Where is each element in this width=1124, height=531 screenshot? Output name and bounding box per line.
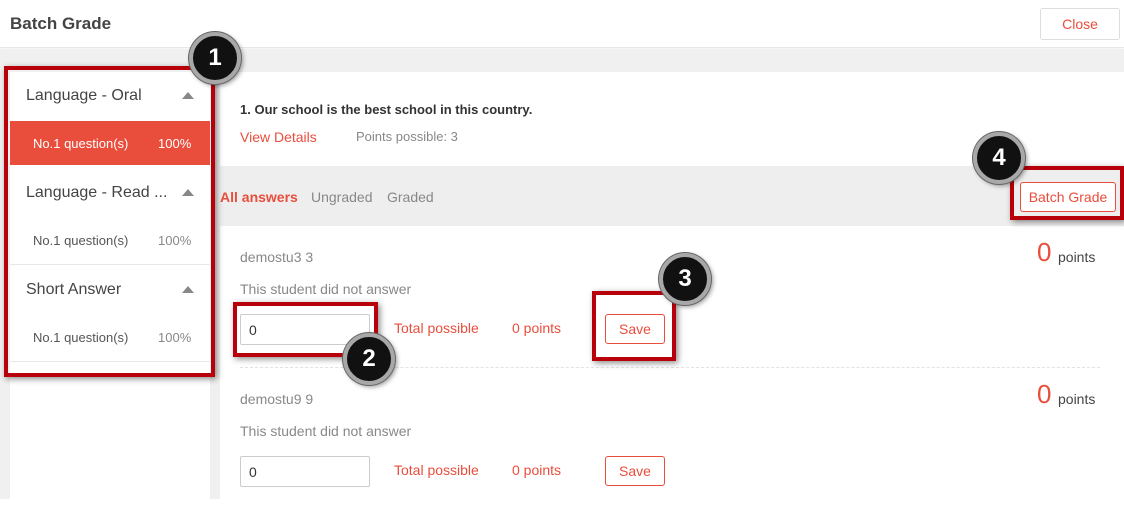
sidebar-question-item[interactable]: No.1 question(s) 100%	[10, 218, 210, 262]
close-button[interactable]: Close	[1040, 8, 1120, 40]
caret-up-icon[interactable]	[182, 286, 194, 293]
section-title: Short Answer	[26, 281, 122, 298]
tab-all-answers[interactable]: All answers	[220, 189, 298, 205]
section-short-answer[interactable]: Short Answer	[10, 266, 210, 314]
student-name: demostu3 3	[240, 249, 314, 265]
score-value: 0	[1037, 379, 1052, 409]
total-points: 0 points	[512, 462, 562, 478]
points-label: points	[1058, 249, 1096, 265]
answer-note: This student did not answer	[240, 281, 412, 297]
callout-badge-3: 3	[659, 253, 711, 305]
points-possible: Points possible: 3	[356, 129, 458, 144]
student-name: demostu9 9	[240, 391, 314, 407]
question-sidebar: Language - Oral No.1 question(s) 100% La…	[10, 72, 210, 499]
sidebar-divider	[10, 361, 210, 362]
tab-ungraded[interactable]: Ungraded	[311, 189, 373, 205]
view-details-link[interactable]: View Details	[240, 129, 317, 145]
sidebar-divider	[10, 264, 210, 265]
answer-item: demostu9 9 0 points This student did not…	[240, 379, 1100, 531]
callout-badge-4: 4	[973, 132, 1025, 184]
points-label: points	[1058, 391, 1096, 407]
callout-badge-2: 2	[343, 333, 395, 385]
question-label: No.1 question(s)	[33, 136, 129, 151]
batch-grade-button[interactable]: Batch Grade	[1020, 182, 1116, 212]
question-percent: 100%	[158, 233, 192, 248]
sidebar-question-item[interactable]: No.1 question(s) 100%	[10, 315, 210, 359]
question-percent: 100%	[158, 136, 192, 151]
section-title: Language - Oral	[26, 87, 142, 104]
dialog-title: Batch Grade	[10, 14, 112, 33]
sidebar-question-item[interactable]: No.1 question(s) 100%	[10, 121, 210, 165]
total-possible-label: Total possible	[394, 320, 479, 336]
answer-note: This student did not answer	[240, 423, 412, 439]
section-title: Language - Read ...	[26, 184, 168, 201]
save-button[interactable]: Save	[605, 456, 665, 486]
question-text: 1. Our school is the best school in this…	[240, 102, 533, 117]
caret-up-icon[interactable]	[182, 92, 194, 99]
save-button[interactable]: Save	[605, 314, 665, 344]
question-label: No.1 question(s)	[33, 330, 129, 345]
section-language-read[interactable]: Language - Read ...	[10, 169, 210, 217]
tab-graded[interactable]: Graded	[387, 189, 434, 205]
dialog-header: Batch Grade Close	[0, 0, 1124, 48]
callout-badge-1: 1	[189, 32, 241, 84]
score-value: 0	[1037, 237, 1052, 267]
score-input[interactable]	[240, 456, 370, 487]
total-points: 0 points	[512, 320, 562, 336]
caret-up-icon[interactable]	[182, 189, 194, 196]
total-possible-label: Total possible	[394, 462, 479, 478]
question-label: No.1 question(s)	[33, 233, 129, 248]
question-percent: 100%	[158, 330, 192, 345]
section-language-oral[interactable]: Language - Oral	[10, 72, 210, 120]
